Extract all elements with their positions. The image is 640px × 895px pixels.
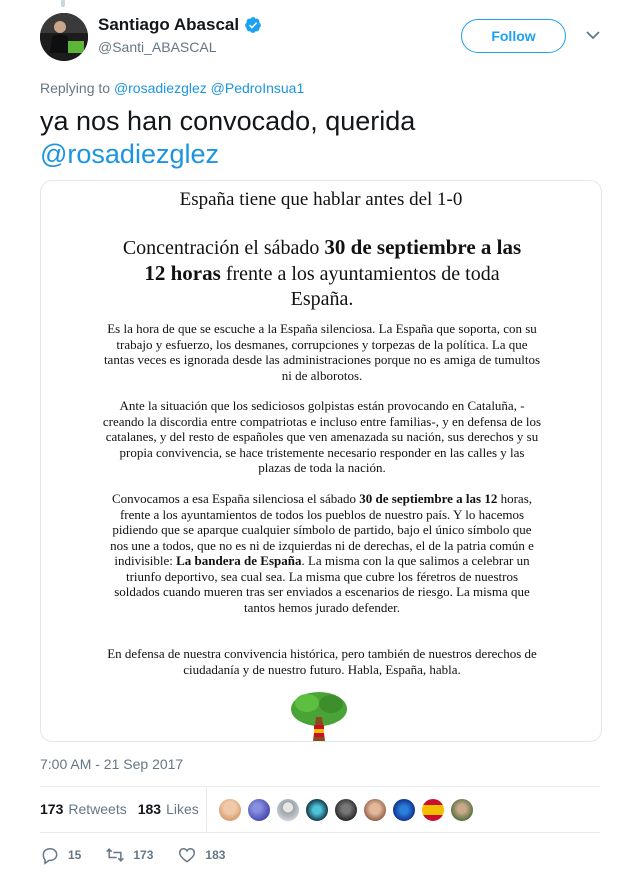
tweet-header: Santiago Abascal @Santi_ABASCAL Follow bbox=[40, 13, 600, 63]
heart-icon bbox=[179, 847, 196, 863]
liker-avatar[interactable] bbox=[247, 798, 271, 822]
stats-separator bbox=[206, 787, 207, 832]
document-paragraph-2: Ante la situación que los sediciosos gol… bbox=[102, 398, 542, 475]
reply-icon bbox=[42, 847, 58, 865]
like-action[interactable]: 183 bbox=[177, 845, 225, 865]
display-name[interactable]: Santiago Abascal bbox=[98, 15, 239, 35]
paragraph-date: 30 de septiembre a las 12 bbox=[359, 491, 498, 506]
liker-avatar[interactable] bbox=[392, 798, 416, 822]
verified-badge-icon bbox=[245, 17, 261, 33]
reply-mention-pedroinsua1[interactable]: @PedroInsua1 bbox=[211, 80, 305, 96]
like-count: 183 bbox=[205, 848, 226, 862]
document-title: España tiene que hablar antes del 1-0 bbox=[179, 189, 463, 210]
liker-avatar[interactable] bbox=[305, 798, 329, 822]
divider bbox=[40, 786, 600, 787]
likes-stat[interactable]: 183 Likes bbox=[138, 801, 199, 817]
tweet-text: ya nos han convocado, querida @rosadiezg… bbox=[40, 105, 600, 171]
retweet-icon bbox=[106, 848, 125, 862]
headline-part: frente a los ayuntamientos de toda Españ… bbox=[220, 263, 500, 310]
paragraph-text: Convocamos a esa España silenciosa el sá… bbox=[111, 491, 360, 506]
tweet-body: ya nos han convocado, querida bbox=[40, 106, 416, 136]
document-paragraph-1: Es la hora de que se escuche a la España… bbox=[103, 321, 541, 383]
likes-label: Likes bbox=[166, 801, 199, 817]
convocation-document: España tiene que hablar antes del 1-0 Co… bbox=[41, 181, 601, 741]
retweet-count: 173 bbox=[133, 848, 154, 862]
retweets-label: Retweets bbox=[68, 801, 127, 817]
liker-avatar[interactable] bbox=[334, 798, 358, 822]
liker-avatar[interactable] bbox=[218, 798, 242, 822]
replying-to: Replying to @rosadiezglez @PedroInsua1 bbox=[40, 80, 304, 96]
paragraph-flag: La bandera de España bbox=[176, 553, 302, 568]
reply-count: 15 bbox=[68, 848, 82, 862]
reply-mention-rosadiezglez[interactable]: @rosadiezglez bbox=[114, 80, 207, 96]
liker-avatar[interactable] bbox=[363, 798, 387, 822]
user-handle[interactable]: @Santi_ABASCAL bbox=[98, 39, 217, 55]
headline-part: Concentración el sábado bbox=[122, 237, 325, 259]
engagement-stats: 173 Retweets 183 Likes bbox=[40, 801, 210, 817]
likes-count: 183 bbox=[137, 801, 162, 817]
tree-logo-icon bbox=[291, 692, 347, 741]
tweet-actions: 15 173 183 bbox=[40, 845, 249, 865]
document-headline: Concentración el sábado 30 de septiembre… bbox=[111, 235, 533, 312]
tweet-timestamp[interactable]: 7:00 AM - 21 Sep 2017 bbox=[40, 756, 183, 772]
tweet-image[interactable]: España tiene que hablar antes del 1-0 Co… bbox=[40, 180, 602, 742]
thread-connector bbox=[61, 0, 65, 7]
liker-avatar[interactable] bbox=[421, 798, 445, 822]
tweet-mention-link[interactable]: @rosadiezglez bbox=[40, 139, 219, 169]
avatar[interactable] bbox=[40, 13, 88, 61]
replying-prefix: Replying to bbox=[40, 80, 111, 96]
liker-avatar[interactable] bbox=[450, 798, 474, 822]
follow-button[interactable]: Follow bbox=[461, 19, 566, 53]
retweets-count: 173 bbox=[40, 801, 64, 817]
divider bbox=[40, 832, 600, 833]
retweets-stat[interactable]: 173 Retweets bbox=[40, 801, 127, 817]
chevron-down-icon[interactable] bbox=[586, 30, 600, 40]
liker-avatar[interactable] bbox=[276, 798, 300, 822]
name-row: Santiago Abascal bbox=[98, 15, 262, 35]
reply-action[interactable]: 15 bbox=[40, 845, 81, 865]
document-paragraph-4: En defensa de nuestra convivencia histór… bbox=[107, 646, 537, 677]
document-paragraph-3: Convocamos a esa España silenciosa el sá… bbox=[102, 491, 542, 615]
liker-avatars bbox=[218, 798, 479, 822]
retweet-action[interactable]: 173 bbox=[105, 845, 153, 865]
